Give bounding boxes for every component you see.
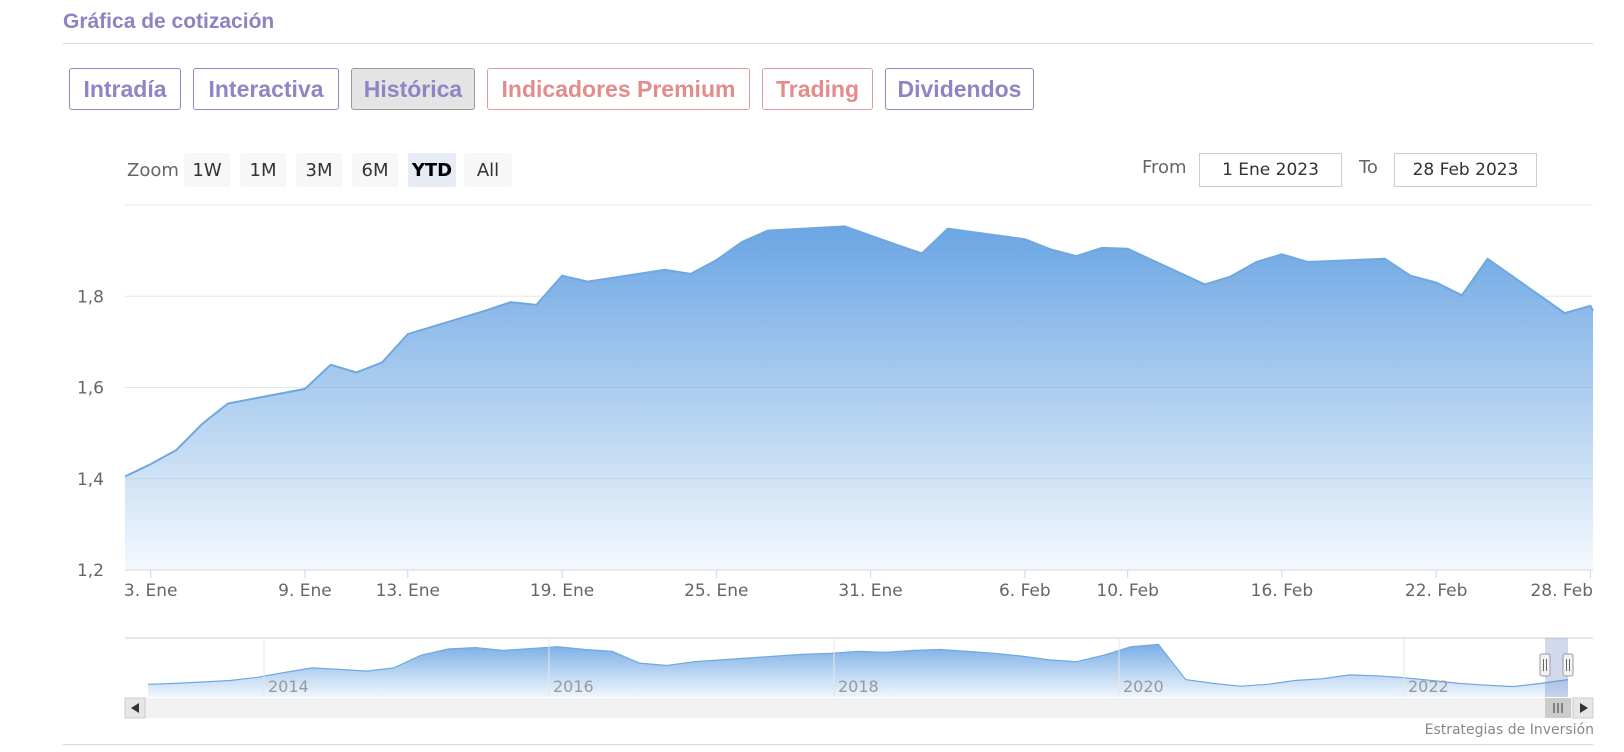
x-tick-label: 28. Feb (1530, 581, 1593, 601)
navigator-handle[interactable] (1539, 653, 1551, 677)
price-area (125, 226, 1593, 570)
bottom-divider (63, 744, 1593, 745)
y-tick-label: 1,2 (77, 561, 104, 581)
x-tick-label: 3. Ene (124, 581, 178, 601)
y-axis: 1,2 1,4 1,6 1,8 (77, 287, 104, 581)
chart-credit: Estrategias de Inversión (1424, 722, 1594, 738)
x-tick-label: 31. Ene (838, 581, 902, 601)
navigator-label: 2014 (268, 677, 309, 696)
y-tick-label: 1,6 (77, 379, 104, 399)
x-tick-label: 16. Feb (1251, 581, 1314, 601)
navigator-label: 2020 (1123, 677, 1164, 696)
x-tick-label: 6. Feb (999, 581, 1051, 601)
y-tick-label: 1,4 (77, 470, 104, 490)
y-tick-label: 1,8 (77, 287, 104, 307)
x-tick-label: 9. Ene (278, 581, 332, 601)
navigator[interactable]: 2014 2016 2018 2020 2022 (124, 637, 1594, 719)
navigator-handle[interactable] (1562, 653, 1574, 677)
navigator-label: 2018 (838, 677, 879, 696)
scrollbar-track[interactable] (125, 698, 1593, 718)
x-tick-label: 19. Ene (530, 581, 594, 601)
x-tick-label: 22. Feb (1405, 581, 1468, 601)
x-tick-label: 10. Feb (1096, 581, 1159, 601)
x-tick-label: 13. Ene (376, 581, 440, 601)
navigator-label: 2016 (553, 677, 594, 696)
price-chart: 1,2 1,4 1,6 1,8 3. Ene 9. Ene 13. Ene 19. Ene 2… (77, 204, 1594, 719)
x-tick-label: 25. Ene (684, 581, 748, 601)
navigator-label: 2022 (1408, 677, 1449, 696)
x-axis: 3. Ene 9. Ene 13. Ene 19. Ene 25. Ene 31. Ene… (124, 569, 1593, 601)
